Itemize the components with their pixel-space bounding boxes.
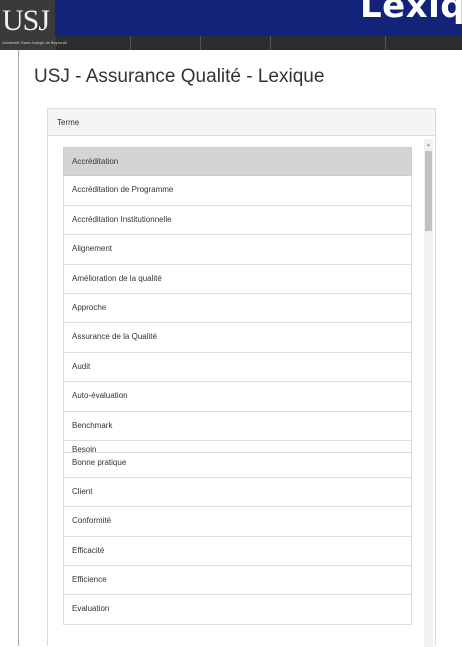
- list-item[interactable]: Conformité: [63, 507, 412, 537]
- frame-border: [18, 50, 19, 646]
- list-item[interactable]: Audit: [63, 352, 412, 383]
- usj-logo[interactable]: USJ Université Saint-Joseph de Beyrouth: [0, 0, 67, 50]
- terms-list: Accréditation Accréditation de Programme…: [63, 147, 412, 625]
- list-scrollbar[interactable]: ▲: [424, 139, 433, 647]
- nav-divider: [200, 34, 201, 50]
- list-item[interactable]: Besoin: [63, 440, 412, 453]
- list-item[interactable]: Alignement: [63, 235, 412, 265]
- logo-caption: Université Saint-Joseph de Beyrouth: [2, 40, 67, 45]
- page-title: USJ - Assurance Qualité - Lexique: [34, 66, 325, 87]
- lexique-banner: Lexique: [55, 0, 462, 36]
- list-item[interactable]: Accréditation de Programme: [63, 176, 412, 206]
- terms-panel: Terme Accréditation Accréditation de Pro…: [47, 108, 436, 647]
- nav-divider: [130, 34, 131, 50]
- banner-title: Lexique: [360, 0, 462, 26]
- nav-divider: [385, 34, 386, 50]
- nav-divider: [270, 34, 271, 50]
- list-item[interactable]: Auto-évaluation: [63, 382, 412, 412]
- list-item[interactable]: Client: [63, 477, 412, 508]
- list-item[interactable]: Accréditation Institutionnelle: [63, 205, 412, 236]
- list-item[interactable]: Approche: [63, 293, 412, 324]
- list-item-accreditation[interactable]: Accréditation: [63, 147, 412, 177]
- logo-text: USJ: [2, 4, 50, 37]
- scroll-up-arrow-icon[interactable]: ▲: [424, 141, 433, 149]
- list-item[interactable]: Assurance de la Qualité: [63, 323, 412, 353]
- list-item[interactable]: Efficience: [63, 566, 412, 596]
- list-item[interactable]: Efficacité: [63, 536, 412, 567]
- panel-header: Terme: [48, 109, 435, 136]
- list-item[interactable]: Amélioration de la qualité: [63, 264, 412, 294]
- list-item[interactable]: Bonne pratique: [63, 452, 412, 478]
- list-item[interactable]: Evaluation: [63, 595, 412, 625]
- list-item[interactable]: Benchmark: [63, 411, 412, 441]
- scroll-thumb[interactable]: [425, 151, 432, 231]
